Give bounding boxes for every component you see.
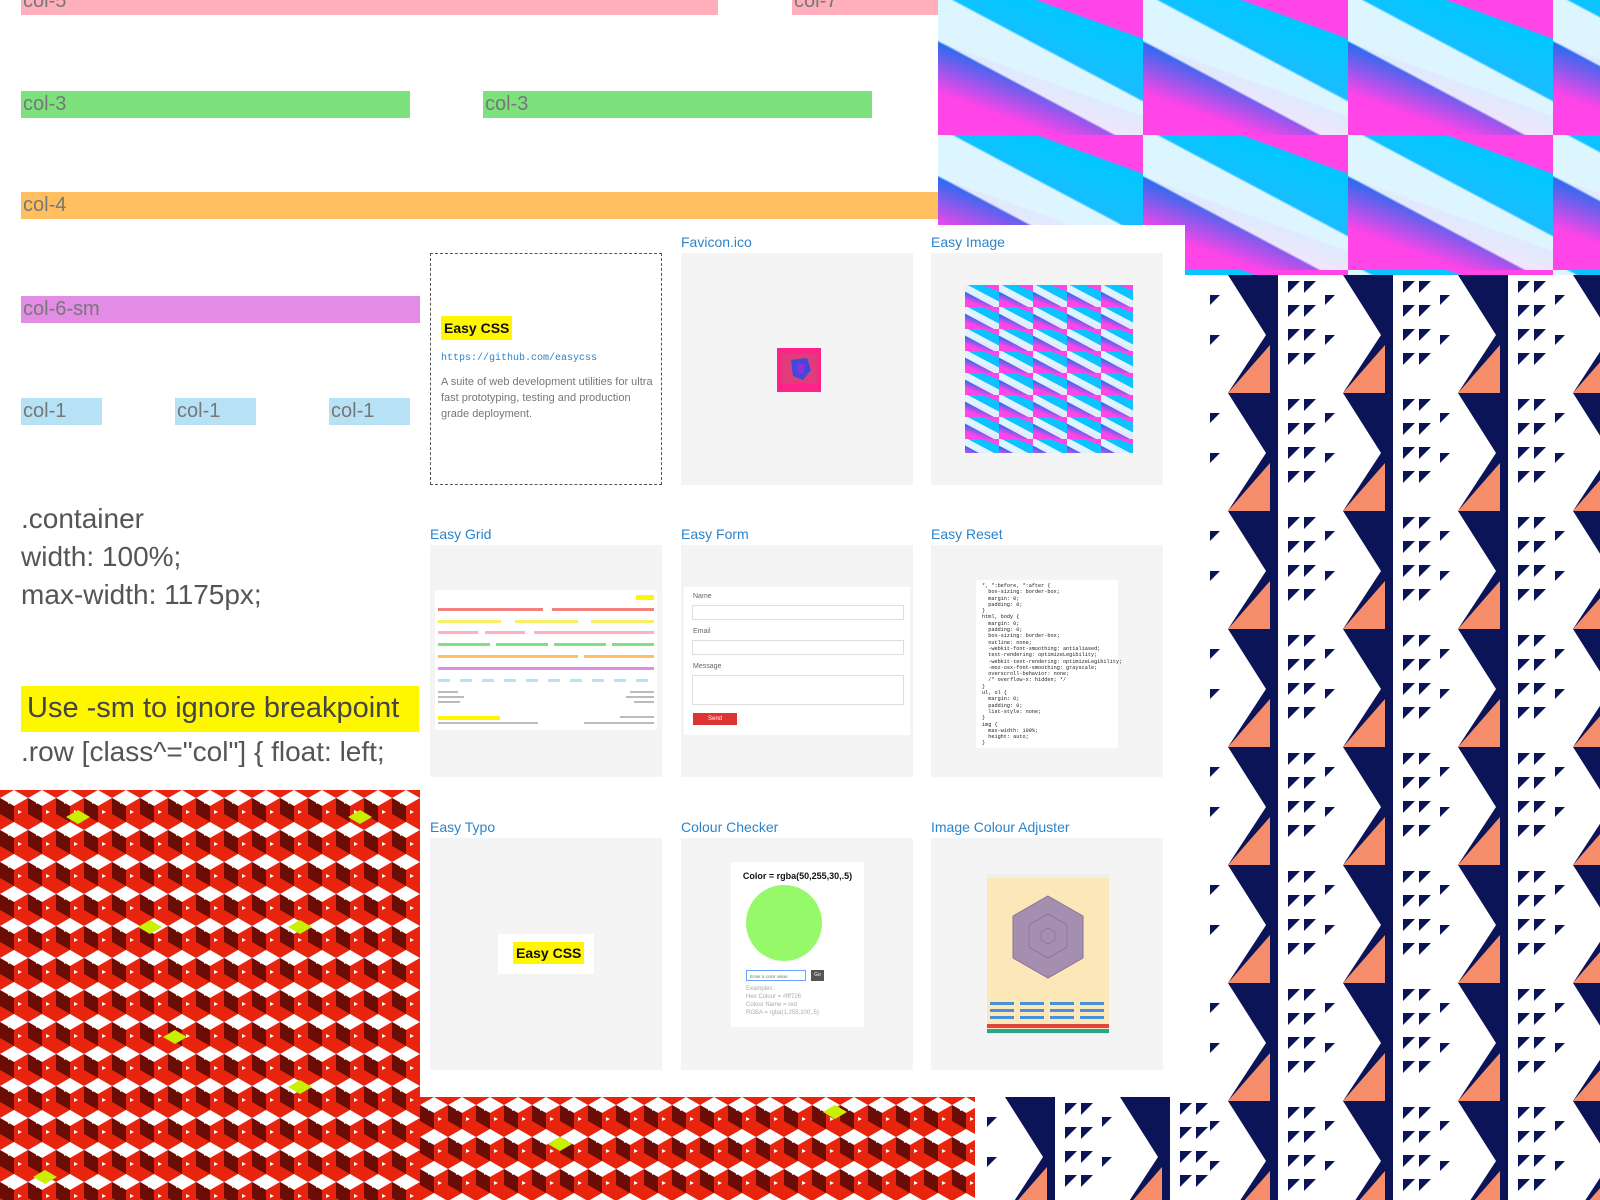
card-title-colour-checker[interactable]: Colour Checker (681, 818, 778, 836)
card-favicon[interactable] (681, 253, 913, 485)
card-title-easy-form[interactable]: Easy Form (681, 525, 749, 543)
grid-bar-col-1: col-1 (21, 398, 102, 425)
navy-triangle-pattern-panel (1208, 275, 1600, 1200)
easy-css-intro-card: Easy CSS https://github.com/easycss A su… (430, 253, 662, 485)
red-cube-pattern (0, 790, 420, 1200)
intro-description: A suite of web development utilities for… (441, 376, 653, 420)
project-cards-panel: Easy CSS https://github.com/easycss A su… (420, 225, 1185, 1097)
colour-input: Enter a color value (746, 970, 806, 981)
colour-examples: Examples: Hex Colour = #fff726 Colour Na… (746, 986, 819, 1016)
navy-triangle-pattern-panel-bottom (985, 1097, 1208, 1200)
easy-image-pattern (965, 285, 1133, 453)
easy-css-tag: Easy CSS (441, 316, 513, 340)
card-easy-grid[interactable] (430, 545, 662, 777)
card-easy-image[interactable] (931, 253, 1163, 485)
card-title-easy-reset[interactable]: Easy Reset (931, 525, 1003, 543)
grid-bar-col-1: col-1 (175, 398, 256, 425)
favicon-preview-icon (777, 348, 821, 392)
sm-breakpoint-highlight: Use -sm to ignore breakpoint (21, 686, 419, 732)
form-input-email (692, 640, 904, 655)
container-rule-width: width: 100%; (21, 541, 182, 572)
container-rule-selector: .container (21, 503, 144, 534)
form-label-email: Email (693, 628, 711, 635)
colour-swatch-circle (746, 885, 822, 961)
form-input-message (692, 675, 904, 705)
easy-reset-code: *, *:before, *:after { box-sizing: borde… (982, 583, 1123, 747)
card-title-easy-grid[interactable]: Easy Grid (430, 525, 491, 543)
card-easy-reset[interactable]: *, *:before, *:after { box-sizing: borde… (931, 545, 1163, 777)
hexagon-image (987, 874, 1109, 1033)
easy-grid-preview (435, 590, 657, 730)
easy-reset-preview: *, *:before, *:after { box-sizing: borde… (976, 580, 1122, 748)
form-label-name: Name (693, 593, 712, 600)
card-easy-form[interactable]: Name Email Message Send (681, 545, 913, 777)
card-title-favicon[interactable]: Favicon.ico (681, 233, 752, 251)
image-colour-adjuster-preview (987, 874, 1109, 1034)
card-image-colour-adjuster[interactable] (931, 838, 1163, 1070)
form-label-message: Message (693, 663, 722, 670)
red-cube-pattern-panel (0, 790, 420, 1200)
form-send-button: Send (693, 713, 737, 725)
form-input-name (692, 605, 904, 620)
navy-triangle-pattern (985, 1097, 1208, 1200)
card-title-easy-image[interactable]: Easy Image (931, 233, 1005, 251)
colour-checker-preview: Color = rgba(50,255,30,.5) Enter a color… (731, 862, 864, 1027)
easy-typo-tag: Easy CSS (513, 942, 585, 964)
red-cube-pattern-panel-bottom (420, 1097, 975, 1200)
card-colour-checker[interactable]: Color = rgba(50,255,30,.5) Enter a color… (681, 838, 913, 1070)
colour-go-button: Go (811, 970, 824, 981)
grid-bar-col-6-sm: col-6-sm (21, 296, 421, 323)
red-cube-pattern (420, 1097, 975, 1200)
card-title-image-colour-adjuster[interactable]: Image Colour Adjuster (931, 818, 1070, 836)
grid-bar-col-5: col-5 (21, 0, 718, 15)
easy-typo-preview: Easy CSS (498, 934, 594, 974)
grid-bar-col-7: col-7 (792, 0, 938, 15)
grid-bar-col-1: col-1 (329, 398, 410, 425)
grid-bar-col-3: col-3 (21, 91, 410, 118)
github-link[interactable]: https://github.com/easycss (441, 353, 597, 364)
grid-bar-col-3: col-3 (483, 91, 872, 118)
navy-triangle-pattern (1208, 275, 1600, 1200)
colour-checker-title: Color = rgba(50,255,30,.5) (742, 871, 853, 881)
card-easy-typo[interactable]: Easy CSS (430, 838, 662, 1070)
card-title-easy-typo[interactable]: Easy Typo (430, 818, 495, 836)
grid-bar-col-4: col-4 (21, 192, 938, 219)
row-float-rule: .row [class^="col"] { float: left; (21, 736, 385, 767)
easy-form-preview: Name Email Message Send (684, 587, 910, 735)
container-rule-max-width: max-width: 1175px; (21, 579, 262, 610)
